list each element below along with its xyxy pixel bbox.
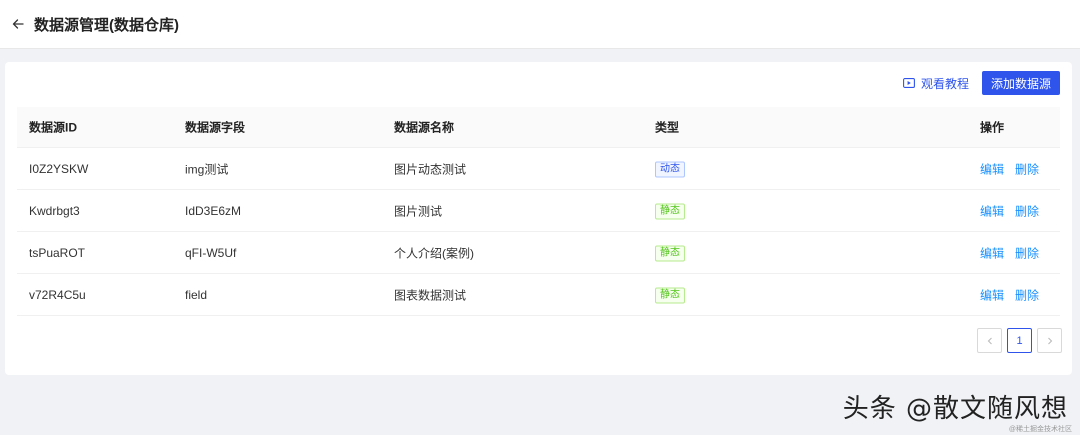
row-id: tsPuaROT bbox=[29, 245, 86, 260]
column-header-id: 数据源ID bbox=[29, 120, 78, 135]
add-data-source-button[interactable]: 添加数据源 bbox=[982, 71, 1060, 95]
row-field: field bbox=[185, 287, 208, 302]
table-header: 数据源ID 数据源字段 数据源名称 类型 操作 bbox=[17, 107, 1060, 148]
row-field: IdD3E6zM bbox=[185, 203, 242, 218]
page-button-current[interactable]: 1 bbox=[1007, 328, 1032, 353]
row-id: I0Z2YSKW bbox=[29, 161, 89, 176]
chevron-right-icon bbox=[1047, 337, 1052, 344]
watermark-sub: @稀土掘金技术社区 bbox=[1008, 426, 1072, 433]
delete-link[interactable]: 删除 bbox=[1015, 204, 1039, 218]
row-name: 图表数据测试 bbox=[394, 288, 467, 302]
table-row: v72R4C5u field 图表数据测试 静态 编辑 删除 bbox=[17, 274, 1060, 316]
row-type: 静态 bbox=[655, 286, 685, 303]
watch-tutorial-link[interactable]: 观看教程 bbox=[903, 75, 969, 92]
column-header-type: 类型 bbox=[655, 120, 680, 135]
page-title: 数据源管理(数据仓库) bbox=[34, 16, 179, 34]
type-tag: 动态 bbox=[655, 161, 685, 177]
chevron-left-icon bbox=[987, 337, 992, 344]
page-header: 数据源管理(数据仓库) bbox=[0, 0, 1080, 49]
tutorial-label: 观看教程 bbox=[920, 76, 969, 91]
toolbar: 观看教程 添加数据源 bbox=[903, 71, 1060, 95]
data-source-table: 数据源ID 数据源字段 数据源名称 类型 操作 I0Z2YSKW img测试 图… bbox=[17, 107, 1060, 316]
row-actions: 编辑 删除 bbox=[980, 286, 1039, 303]
next-page-button[interactable] bbox=[1037, 328, 1062, 353]
column-header-field: 数据源字段 bbox=[185, 120, 246, 135]
row-field: qFI-W5Uf bbox=[185, 245, 237, 260]
column-header-actions: 操作 bbox=[980, 120, 1005, 135]
row-type: 动态 bbox=[655, 160, 685, 177]
type-tag: 静态 bbox=[655, 245, 685, 261]
row-type: 静态 bbox=[655, 244, 685, 261]
video-play-icon bbox=[903, 78, 915, 88]
type-tag: 静态 bbox=[655, 287, 685, 303]
table-row: tsPuaROT qFI-W5Uf 个人介绍(案例) 静态 编辑 删除 bbox=[17, 232, 1060, 274]
delete-link[interactable]: 删除 bbox=[1015, 246, 1039, 260]
row-name: 图片动态测试 bbox=[394, 162, 467, 176]
row-id: v72R4C5u bbox=[29, 287, 86, 302]
row-type: 静态 bbox=[655, 202, 685, 219]
delete-link[interactable]: 删除 bbox=[1015, 288, 1039, 302]
edit-link[interactable]: 编辑 bbox=[980, 204, 1004, 218]
edit-link[interactable]: 编辑 bbox=[980, 288, 1004, 302]
edit-link[interactable]: 编辑 bbox=[980, 246, 1004, 260]
data-source-card: 观看教程 添加数据源 数据源ID 数据源字段 数据源名称 类型 操作 I0Z2Y… bbox=[5, 62, 1072, 375]
pagination: 1 bbox=[972, 328, 1062, 353]
row-name: 个人介绍(案例) bbox=[394, 246, 474, 260]
row-actions: 编辑 删除 bbox=[980, 202, 1039, 219]
delete-link[interactable]: 删除 bbox=[1015, 162, 1039, 176]
prev-page-button[interactable] bbox=[977, 328, 1002, 353]
arrow-left-icon bbox=[12, 19, 24, 29]
edit-link[interactable]: 编辑 bbox=[980, 162, 1004, 176]
table-row: I0Z2YSKW img测试 图片动态测试 动态 编辑 删除 bbox=[17, 148, 1060, 190]
type-tag: 静态 bbox=[655, 203, 685, 219]
back-button[interactable] bbox=[4, 10, 32, 38]
row-actions: 编辑 删除 bbox=[980, 244, 1039, 261]
column-header-name: 数据源名称 bbox=[394, 120, 455, 135]
row-name: 图片测试 bbox=[394, 204, 443, 218]
watermark: 头条 @散文随风想 bbox=[842, 394, 1068, 424]
table-row: Kwdrbgt3 IdD3E6zM 图片测试 静态 编辑 删除 bbox=[17, 190, 1060, 232]
row-id: Kwdrbgt3 bbox=[29, 203, 80, 218]
row-actions: 编辑 删除 bbox=[980, 160, 1039, 177]
row-field: img测试 bbox=[185, 162, 229, 176]
